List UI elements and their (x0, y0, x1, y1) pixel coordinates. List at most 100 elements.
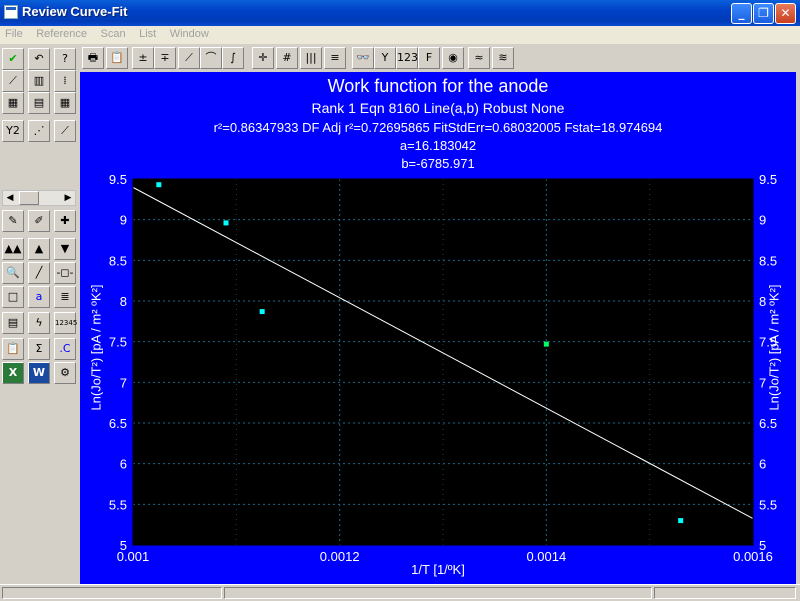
window-title: Review Curve-Fit (22, 4, 128, 19)
y-tick-label-right: 5.5 (759, 497, 777, 512)
fit-line-icon[interactable]: ⟋ (2, 70, 24, 92)
print-icon[interactable]: 🖶 (82, 47, 104, 69)
scroll-thumb[interactable] (19, 191, 39, 205)
menu-file[interactable]: File (0, 26, 28, 40)
triangle-down-icon[interactable]: ▼ (54, 238, 76, 260)
curve-smooth-icon[interactable]: ⌒ (200, 47, 222, 69)
y-tick-label-left: 9 (120, 213, 127, 228)
font-icon[interactable]: F (418, 47, 440, 69)
minus-box-icon[interactable]: ∓ (154, 47, 176, 69)
y-tick-label-left: 7.5 (109, 335, 127, 350)
zoom-icon[interactable]: 🔍 (2, 262, 24, 284)
multi-curve-alt-icon[interactable]: ≋ (492, 47, 514, 69)
c-letter-icon[interactable]: .C (54, 338, 76, 360)
fit-dots-icon[interactable]: ⁞ (54, 70, 76, 92)
plus-box-icon[interactable]: ± (132, 47, 154, 69)
menu-bar: File Reference Scan List Window (0, 26, 800, 44)
curve-linear-icon[interactable]: ⟋ (178, 47, 200, 69)
check-icon[interactable]: ✔ (2, 48, 24, 70)
menu-list[interactable]: List (134, 26, 161, 40)
tool-palette: ◀ ▶ ✔ ↶? ⟋ ▥ ⁞ ▦ ▤ ▦ Y2 ⋰ ⟋ ✎ ✐ ✚ ▲▲ ▲ ▼ 🔍 ╱ -◻- □ a ≣ ▤ ϟ 12345 📋… (0, 44, 80, 600)
window-edge (796, 44, 800, 584)
y-tick-label-right: 8 (759, 294, 766, 309)
y-tick-label-left: 6 (120, 457, 127, 472)
a-letter-icon[interactable]: a (28, 286, 50, 308)
fit-scatter-icon[interactable]: ⋰ (28, 120, 50, 142)
status-panel-3 (654, 587, 796, 599)
undo-icon[interactable]: ↶ (28, 48, 50, 70)
plot-background (133, 179, 753, 545)
y-tick-label-right: 9.5 (759, 172, 777, 187)
status-bar (0, 584, 800, 601)
status-panel-2 (224, 587, 652, 599)
chart-panel: Work function for the anode Rank 1 Eqn 8… (80, 72, 796, 584)
menu-scan[interactable]: Scan (96, 26, 131, 40)
tree-icon[interactable]: Y (374, 47, 396, 69)
lightning-icon[interactable]: ϟ (28, 312, 50, 334)
fit-table-icon[interactable]: ▦ (54, 92, 76, 114)
palette-scrollbar[interactable]: ◀ ▶ (2, 190, 76, 206)
binoculars-icon[interactable]: 👓 (352, 47, 374, 69)
data-point (259, 309, 265, 315)
pen-alt-icon[interactable]: ✐ (28, 210, 50, 232)
y-tick-label-left: 9.5 (109, 172, 127, 187)
point-icon[interactable]: -◻- (54, 262, 76, 284)
gear-icon[interactable]: ⚙ (54, 362, 76, 384)
help-icon[interactable]: ? (54, 48, 76, 70)
y-tick-label-right: 6 (759, 457, 766, 472)
title-bar[interactable]: Review Curve-Fit _ ❐ ✕ (0, 0, 800, 26)
toolbar: 🖶 📋 ± ∓ ⟋ ⌒ ∫ ✛ # ||| ≡ 👓 Y 123 F ◉ ≈ ≋ (80, 44, 800, 72)
diagonal-icon[interactable]: ╱ (28, 262, 50, 284)
clipboard-icon[interactable]: 📋 (106, 47, 128, 69)
curve-rise-icon[interactable]: ∫ (222, 47, 244, 69)
list-icon[interactable]: ≡ (324, 47, 346, 69)
scroll-left-icon[interactable]: ◀ (3, 191, 17, 205)
plot-area[interactable]: 9.5 9.59 98.5 8.58 87.5 7.57 76.5 6.56 65.5 5.55 5… (80, 72, 796, 584)
color-wheel-icon[interactable]: ◉ (442, 47, 464, 69)
y-tick-label-right: 7 (759, 375, 766, 390)
menu-window[interactable]: Window (165, 26, 214, 40)
numbers-icon[interactable]: 12345 (54, 312, 77, 334)
y-axis-label-left: Ln(Jo/T²) [pA / m² ºK²] (88, 284, 104, 411)
data-point (678, 518, 684, 524)
hatch-icon[interactable]: ≣ (54, 286, 76, 308)
menu-reference[interactable]: Reference (31, 26, 92, 40)
y-axis-label-right: Ln(Jo/T²) [pA / m² ºK²] (766, 284, 782, 411)
y-tick-label-left: 8.5 (109, 253, 127, 268)
triangles-icon[interactable]: ▲▲ (2, 238, 24, 260)
fit-stack-icon[interactable]: ▤ (28, 92, 50, 114)
data-point (543, 341, 549, 347)
blank-icon[interactable]: □ (2, 286, 24, 308)
fit-grid-icon[interactable]: ▦ (2, 92, 24, 114)
data-point (223, 220, 229, 226)
x-axis-label: 1/T [1/ºK] (411, 562, 465, 577)
fit-bars-icon[interactable]: ▥ (28, 70, 50, 92)
app-icon[interactable] (4, 5, 18, 19)
scroll-right-icon[interactable]: ▶ (61, 191, 75, 205)
sigma-icon[interactable]: Σ (28, 338, 50, 360)
numeric-icon[interactable]: 123 (396, 47, 418, 69)
y-tick-label-left: 8 (120, 294, 127, 309)
pen-icon[interactable]: ✎ (2, 210, 24, 232)
y2-icon[interactable]: Y2 (2, 120, 24, 142)
fit-trend-icon[interactable]: ⟋ (54, 120, 76, 142)
paste-icon[interactable]: 📋 (2, 338, 24, 360)
y-tick-label-left: 7 (120, 375, 127, 390)
bars-icon[interactable]: ||| (300, 47, 322, 69)
grid-icon[interactable]: # (276, 47, 298, 69)
y-tick-label-left: 5.5 (109, 497, 127, 512)
crosshair-icon[interactable]: ✛ (252, 47, 274, 69)
word-icon[interactable]: W (28, 362, 50, 384)
status-panel-1 (2, 587, 222, 599)
restore-button[interactable]: ❐ (753, 3, 774, 24)
sheet-icon[interactable]: ▤ (2, 312, 24, 334)
minimize-button[interactable]: _ (731, 3, 752, 24)
triangle-up-icon[interactable]: ▲ (28, 238, 50, 260)
pen-plus-icon[interactable]: ✚ (54, 210, 76, 232)
y-tick-label-left: 6.5 (109, 416, 127, 431)
data-point (156, 182, 162, 188)
close-button[interactable]: ✕ (775, 3, 796, 24)
y-tick-label-right: 9 (759, 213, 766, 228)
excel-icon[interactable]: X (2, 362, 24, 384)
multi-curve-icon[interactable]: ≈ (468, 47, 490, 69)
